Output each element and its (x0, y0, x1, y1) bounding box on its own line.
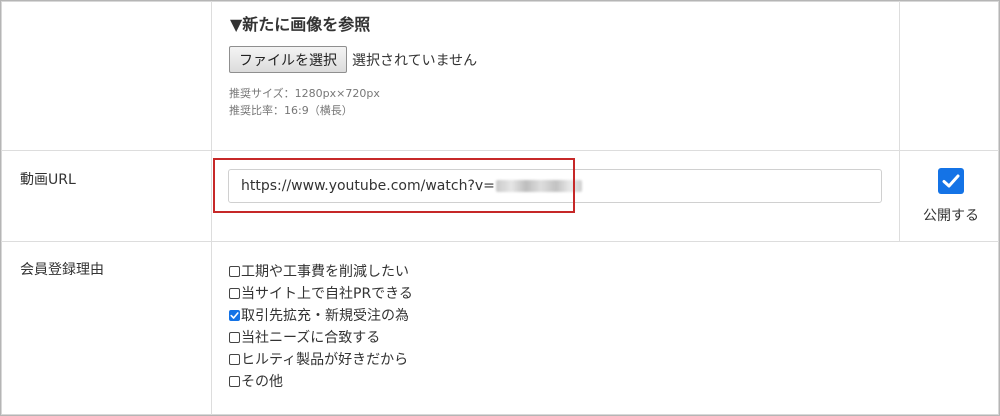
checkmark-icon (942, 174, 960, 188)
reason-option-label: ヒルティ製品が好きだから (241, 352, 409, 368)
reason-checkbox[interactable] (229, 353, 240, 365)
reason-checkbox-list: 工期や工事費を削減したい 当サイト上で自社PRできる 取引先拡充・新規受注の為 … (229, 260, 413, 392)
publish-label: 公開する (923, 208, 979, 224)
ratio-hint: 推奨比率：16:9（横長） (229, 104, 353, 117)
video-url-label: 動画URL (20, 172, 76, 188)
column-divider-right-top (899, 1, 900, 242)
publish-checkbox[interactable] (938, 168, 964, 194)
reason-option[interactable]: 当社ニーズに合致する (229, 326, 413, 348)
checkmark-icon (230, 311, 239, 319)
url-highlight-box (213, 158, 575, 213)
row-divider-2 (1, 241, 999, 242)
reason-option[interactable]: 取引先拡充・新規受注の為 (229, 304, 413, 326)
reason-option[interactable]: ヒルティ製品が好きだから (229, 348, 413, 370)
reason-option-label: 工期や工事費を削減したい (241, 264, 409, 280)
file-status-text: 選択されていません (352, 53, 478, 69)
row-divider-1 (1, 150, 999, 151)
reason-checkbox[interactable] (229, 331, 240, 343)
size-hint: 推奨サイズ：1280px×720px (229, 87, 380, 100)
reason-option-label: その他 (241, 374, 283, 390)
reason-checkbox[interactable] (229, 265, 240, 277)
choose-file-button[interactable]: ファイルを選択 (229, 46, 347, 73)
reason-option-label: 取引先拡充・新規受注の為 (241, 308, 409, 324)
reason-checkbox[interactable] (229, 287, 240, 299)
reason-option-label: 当サイト上で自社PRできる (241, 286, 413, 302)
column-divider-left (211, 1, 212, 415)
reason-option-label: 当社ニーズに合致する (241, 330, 381, 346)
reason-option[interactable]: 当サイト上で自社PRできる (229, 282, 413, 304)
form-table: ▼新たに画像を参照 ファイルを選択 選択されていません 推奨サイズ：1280px… (0, 0, 1000, 416)
registration-reason-label: 会員登録理由 (20, 262, 104, 278)
reason-option[interactable]: その他 (229, 370, 413, 392)
image-upload-heading: ▼新たに画像を参照 (230, 15, 371, 34)
reason-checkbox-checked[interactable] (229, 309, 240, 321)
reason-option[interactable]: 工期や工事費を削減したい (229, 260, 413, 282)
reason-checkbox[interactable] (229, 375, 240, 387)
